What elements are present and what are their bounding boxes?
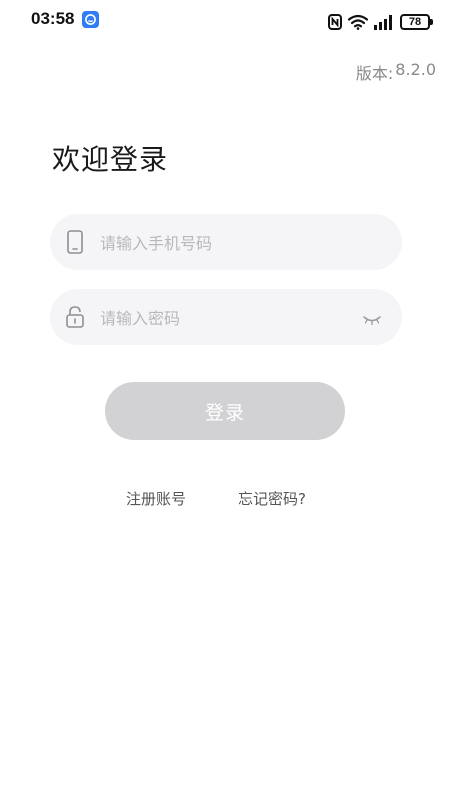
version-info: 版本: 8.2.0 [356, 60, 436, 84]
version-label: 版本: [355, 64, 394, 83]
password-field[interactable] [50, 289, 402, 347]
login-button[interactable]: 登录 [105, 382, 345, 440]
battery-level: 78 [408, 15, 422, 28]
battery-icon: 78 [400, 14, 433, 30]
status-bar: 03:58 78 [0, 0, 450, 40]
lock-icon [65, 304, 85, 330]
status-icons: 78 [328, 12, 433, 32]
nfc-icon [328, 14, 342, 30]
app-notification-icon [82, 11, 99, 28]
password-input[interactable] [98, 289, 352, 347]
signal-icon [374, 14, 394, 30]
phone-field[interactable] [50, 214, 402, 272]
register-link[interactable]: 注册账号 [126, 488, 186, 509]
eye-closed-icon[interactable] [362, 311, 382, 326]
forgot-password-link[interactable]: 忘记密码? [238, 488, 306, 509]
status-time: 03:58 [31, 9, 75, 28]
wifi-icon [348, 14, 368, 30]
page-title: 欢迎登录 [52, 143, 169, 176]
version-number: 8.2.0 [395, 60, 436, 79]
phone-input[interactable] [98, 214, 352, 272]
phone-icon [65, 229, 85, 255]
